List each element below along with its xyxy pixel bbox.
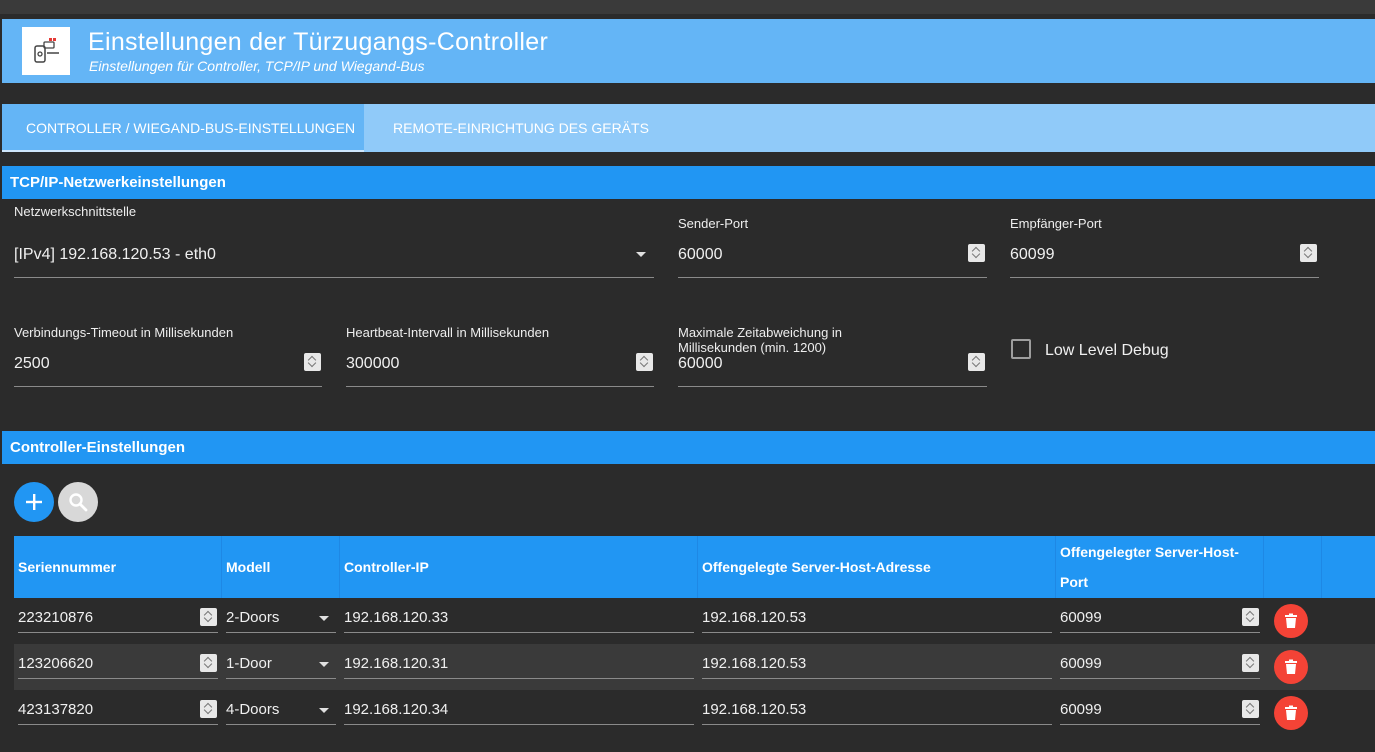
low-level-debug-label: Low Level Debug	[1045, 342, 1169, 359]
field-underline	[678, 386, 987, 387]
number-spinner-icon[interactable]	[304, 353, 321, 371]
number-spinner-icon[interactable]	[200, 654, 217, 672]
server-port-field[interactable]: 60099	[1060, 690, 1260, 736]
app-header: Einstellungen der Türzugangs-Controller …	[2, 19, 1375, 83]
field-underline	[1010, 277, 1319, 278]
search-icon	[69, 493, 88, 512]
server-host-field[interactable]: 192.168.120.53	[702, 598, 1052, 644]
connection-timeout-field[interactable]: Verbindungs-Timeout in Millisekunden 250…	[14, 325, 322, 387]
controller-table-header: Seriennummer Modell Controller-IP Offeng…	[14, 536, 1375, 598]
column-header-server-port[interactable]: Offengelegter Server-Host- Port	[1056, 536, 1264, 598]
server-host-field[interactable]: 192.168.120.53	[702, 690, 1052, 736]
server-port-field[interactable]: 60099	[1060, 644, 1260, 690]
field-label: Netzwerkschnittstelle	[14, 204, 137, 219]
chevron-down-icon	[636, 252, 646, 257]
number-spinner-icon[interactable]	[968, 244, 985, 262]
table-row: 123206620 1-Door 192.168.120.31 192.168.…	[14, 644, 1375, 690]
field-value: 60000	[678, 246, 723, 263]
column-header-actions	[1264, 536, 1322, 598]
trash-icon	[1285, 705, 1297, 720]
model-select[interactable]: 2-Doors	[226, 598, 336, 644]
field-label: Maximale Zeitabweichung in	[678, 325, 843, 340]
receiver-port-field[interactable]: Empfänger-Port 60099	[1010, 216, 1319, 278]
low-level-debug-checkbox[interactable]	[1011, 339, 1031, 359]
field-value: 60099	[1010, 246, 1055, 263]
number-spinner-icon[interactable]	[200, 700, 217, 718]
tab-bar: Controller / Wiegand-Bus-Einstellungen R…	[2, 104, 1375, 152]
field-label: Heartbeat-Intervall in Millisekunden	[346, 325, 550, 340]
field-underline	[14, 277, 654, 278]
tab-label: Controller / Wiegand-Bus-Einstellungen	[26, 120, 356, 136]
number-spinner-icon[interactable]	[968, 353, 985, 371]
serial-field[interactable]: 123206620	[18, 644, 218, 690]
sender-port-field[interactable]: Sender-Port 60000	[678, 216, 987, 278]
field-value: 2500	[14, 355, 50, 372]
delete-controller-button[interactable]	[1274, 650, 1308, 684]
delete-controller-button[interactable]	[1274, 696, 1308, 730]
field-value: [IPv4] 192.168.120.53 - eth0	[14, 246, 216, 263]
number-spinner-icon[interactable]	[1242, 608, 1259, 626]
number-spinner-icon[interactable]	[1300, 244, 1317, 262]
serial-field[interactable]: 423137820	[18, 690, 218, 736]
page-subtitle: Einstellungen für Controller, TCP/IP und…	[89, 58, 425, 74]
delete-controller-button[interactable]	[1274, 604, 1308, 638]
add-controller-button[interactable]	[14, 482, 54, 522]
table-row: 223210876 2-Doors 192.168.120.33 192.168…	[14, 598, 1375, 644]
field-label: Sender-Port	[678, 216, 749, 231]
column-header-serial[interactable]: Seriennummer	[14, 536, 222, 598]
server-port-field[interactable]: 60099	[1060, 598, 1260, 644]
field-label: Empfänger-Port	[1010, 216, 1102, 231]
column-header-controller-ip[interactable]: Controller-IP	[340, 536, 698, 598]
server-host-field[interactable]: 192.168.120.53	[702, 644, 1052, 690]
max-time-deviation-field[interactable]: Maximale Zeitabweichung in Millisekunden…	[678, 325, 987, 387]
number-spinner-icon[interactable]	[200, 608, 217, 626]
chevron-down-icon	[319, 662, 329, 667]
top-strip	[0, 0, 1375, 14]
controller-ip-field[interactable]: 192.168.120.31	[344, 644, 694, 690]
plus-icon	[26, 494, 42, 510]
tab-remote-setup[interactable]: Remote-Einrichtung des Geräts	[393, 104, 649, 152]
controller-ip-field[interactable]: 192.168.120.33	[344, 598, 694, 644]
column-header-model[interactable]: Modell	[222, 536, 340, 598]
table-row: 423137820 4-Doors 192.168.120.34 192.168…	[14, 690, 1375, 736]
field-label-line2: Millisekunden (min. 1200)	[678, 340, 827, 355]
field-underline	[14, 386, 322, 387]
door-access-icon	[22, 27, 70, 75]
tab-controller-wiegand[interactable]: Controller / Wiegand-Bus-Einstellungen	[2, 104, 364, 152]
tab-label: Remote-Einrichtung des Geräts	[393, 120, 649, 136]
chevron-down-icon	[319, 708, 329, 713]
chevron-down-icon	[319, 616, 329, 621]
controller-ip-field[interactable]: 192.168.120.34	[344, 690, 694, 736]
active-tab-indicator	[2, 150, 364, 152]
heartbeat-interval-field[interactable]: Heartbeat-Intervall in Millisekunden 300…	[346, 325, 654, 387]
model-select[interactable]: 4-Doors	[226, 690, 336, 736]
network-interface-select[interactable]: Netzwerkschnittstelle [IPv4] 192.168.120…	[14, 204, 654, 278]
page-title: Einstellungen der Türzugangs-Controller	[88, 28, 549, 56]
number-spinner-icon[interactable]	[636, 353, 653, 371]
number-spinner-icon[interactable]	[1242, 654, 1259, 672]
serial-field[interactable]: 223210876	[18, 598, 218, 644]
field-value: 60000	[678, 355, 723, 372]
field-value: 300000	[346, 355, 400, 372]
number-spinner-icon[interactable]	[1242, 700, 1259, 718]
field-label: Verbindungs-Timeout in Millisekunden	[14, 325, 234, 340]
field-underline	[678, 277, 987, 278]
search-button[interactable]	[58, 482, 98, 522]
section-title-tcp: TCP/IP-Netzwerkeinstellungen	[2, 166, 1375, 199]
section-title-controllers: Controller-Einstellungen	[2, 431, 1375, 464]
trash-icon	[1285, 659, 1297, 674]
field-underline	[346, 386, 654, 387]
model-select[interactable]: 1-Door	[226, 644, 336, 690]
column-header-server-host[interactable]: Offengelegte Server-Host-Adresse	[698, 536, 1056, 598]
trash-icon	[1285, 613, 1297, 628]
